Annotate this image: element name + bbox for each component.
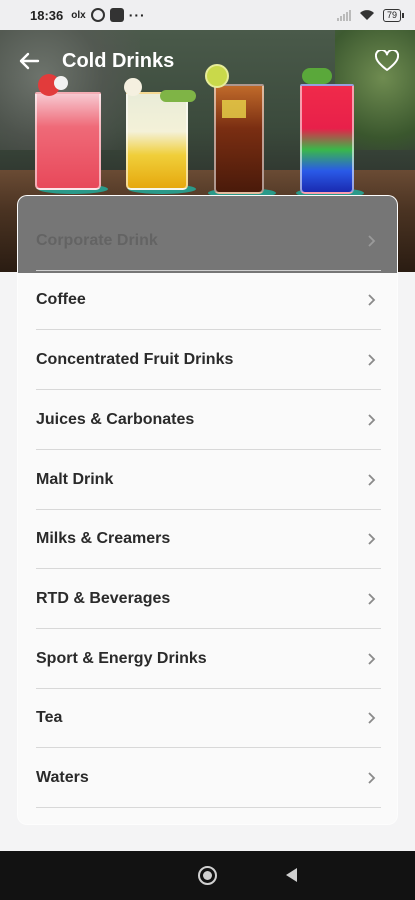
system-back-icon[interactable]	[286, 868, 297, 882]
list-item-label: Tea	[36, 708, 63, 726]
chevron-right-icon	[365, 234, 377, 247]
list-item-waters[interactable]: Waters	[36, 748, 381, 808]
drink-glass-rainbow	[300, 84, 354, 194]
chevron-right-icon	[365, 473, 377, 486]
list-item-concentrated-fruit-drinks[interactable]: Concentrated Fruit Drinks	[36, 330, 381, 390]
app-bar: Cold Drinks	[0, 30, 415, 92]
chevron-right-icon	[365, 711, 377, 724]
favorite-button[interactable]	[365, 39, 409, 83]
back-button[interactable]	[4, 36, 54, 86]
list-item-label: Concentrated Fruit Drinks	[36, 350, 234, 368]
list-item-juices-carbonates[interactable]: Juices & Carbonates	[36, 390, 381, 450]
home-button-icon[interactable]	[198, 866, 217, 885]
whatsapp-icon	[90, 8, 105, 22]
list-item-tea[interactable]: Tea	[36, 688, 381, 748]
page-title: Cold Drinks	[62, 49, 175, 72]
status-time: 18:36	[30, 7, 64, 23]
chevron-right-icon	[365, 532, 377, 545]
list-item-milks-creamers[interactable]: Milks & Creamers	[36, 509, 381, 569]
list-item-sport-energy-drinks[interactable]: Sport & Energy Drinks	[36, 629, 381, 689]
list-item-rtd-beverages[interactable]: RTD & Beverages	[36, 569, 381, 629]
list-item-label: Juices & Carbonates	[36, 410, 195, 428]
list-item-corporate-drink[interactable]: Corporate Drink	[36, 211, 381, 271]
list-item-coffee[interactable]: Coffee	[36, 270, 381, 330]
chevron-right-icon	[365, 592, 377, 605]
wifi-icon	[359, 10, 374, 20]
list-item-label: Coffee	[36, 290, 86, 308]
olx-icon: olx	[71, 9, 86, 21]
chevron-right-icon	[365, 652, 377, 665]
system-navigation-bar	[0, 851, 415, 900]
heart-icon	[375, 50, 399, 71]
list-item-label: Sport & Energy Drinks	[36, 649, 207, 667]
drink-glass-yellow	[126, 92, 188, 190]
drink-glass-pink	[35, 92, 101, 190]
app-icon	[109, 8, 124, 22]
list-item-label: RTD & Beverages	[36, 589, 171, 607]
list-item-label: Corporate Drink	[36, 231, 158, 249]
battery-icon: 79	[382, 8, 405, 22]
list-item-malt-drink[interactable]: Malt Drink	[36, 450, 381, 510]
chevron-right-icon	[365, 413, 377, 426]
signal-icon	[336, 9, 351, 21]
chevron-right-icon	[365, 353, 377, 366]
chevron-right-icon	[365, 293, 377, 306]
status-bar: 18:36 olx ··· 79	[0, 0, 415, 30]
arrow-left-icon	[19, 52, 40, 70]
list-item-label: Waters	[36, 768, 89, 786]
list-item-label: Malt Drink	[36, 470, 114, 488]
chevron-right-icon	[365, 771, 377, 784]
more-notifications-icon: ···	[128, 7, 146, 23]
category-list-card: Corporate Drink Coffee Concentrated Frui…	[17, 195, 398, 825]
list-item-label: Milks & Creamers	[36, 529, 171, 547]
